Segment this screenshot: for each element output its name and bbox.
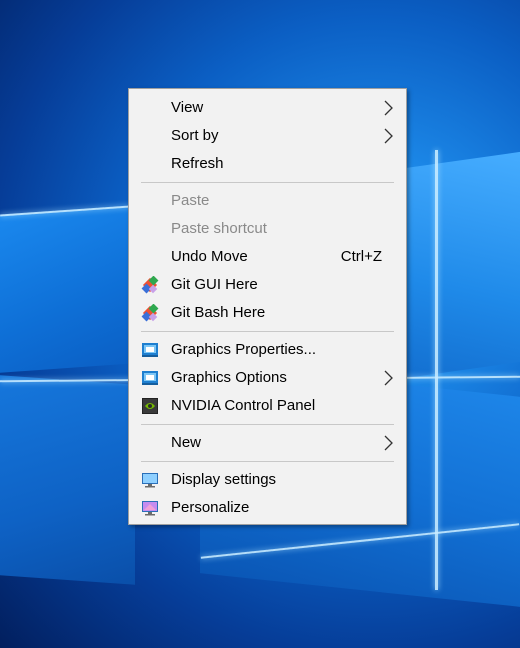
monitor-icon xyxy=(142,473,158,488)
menu-item-label: Undo Move xyxy=(171,248,248,265)
menu-separator xyxy=(141,331,394,332)
menu-item-label: Refresh xyxy=(171,155,224,172)
menu-separator xyxy=(141,461,394,462)
chevron-right-icon xyxy=(384,100,393,116)
desktop-context-menu: View Sort by Refresh Paste Paste shortcu… xyxy=(128,88,407,525)
menu-item-graphics-options[interactable]: Graphics Options xyxy=(129,364,406,392)
menu-item-label: Git GUI Here xyxy=(171,276,258,293)
menu-item-personalize[interactable]: Personalize xyxy=(129,494,406,522)
menu-item-label: New xyxy=(171,434,202,451)
nvidia-icon xyxy=(142,398,158,414)
menu-item-paste-shortcut: Paste shortcut xyxy=(129,215,406,243)
menu-item-label: NVIDIA Control Panel xyxy=(171,397,316,414)
menu-separator xyxy=(141,424,394,425)
menu-item-view[interactable]: View xyxy=(129,94,406,122)
chevron-right-icon xyxy=(384,435,393,451)
git-diamond-icon xyxy=(141,276,159,294)
window-pane-top-left xyxy=(0,205,135,373)
menu-item-git-bash-here[interactable]: Git Bash Here xyxy=(129,299,406,327)
menu-item-refresh[interactable]: Refresh xyxy=(129,150,406,178)
chevron-right-icon xyxy=(384,128,393,144)
menu-item-sort-by[interactable]: Sort by xyxy=(129,122,406,150)
menu-item-paste: Paste xyxy=(129,187,406,215)
menu-item-label: Display settings xyxy=(171,471,277,488)
chevron-right-icon xyxy=(384,370,393,386)
menu-item-label: Sort by xyxy=(171,127,219,144)
menu-item-undo-move[interactable]: Undo Move Ctrl+Z xyxy=(129,243,406,271)
intel-graphics-icon xyxy=(142,343,158,357)
git-diamond-icon xyxy=(141,304,159,322)
menu-item-git-gui-here[interactable]: Git GUI Here xyxy=(129,271,406,299)
keyboard-shortcut: Ctrl+Z xyxy=(340,248,382,265)
window-pane-bottom-left xyxy=(0,375,135,585)
menu-item-display-settings[interactable]: Display settings xyxy=(129,466,406,494)
menu-separator xyxy=(141,182,394,183)
menu-item-label: View xyxy=(171,99,204,116)
menu-item-label: Personalize xyxy=(171,499,250,516)
menu-item-new[interactable]: New xyxy=(129,429,406,457)
menu-item-label: Paste xyxy=(171,192,210,209)
intel-graphics-icon xyxy=(142,371,158,385)
menu-item-label: Graphics Properties... xyxy=(171,341,317,358)
light-beam xyxy=(435,150,438,590)
menu-item-label: Git Bash Here xyxy=(171,304,266,321)
menu-item-label: Graphics Options xyxy=(171,369,287,386)
window-pane-top-right xyxy=(405,151,520,379)
menu-item-label: Paste shortcut xyxy=(171,220,267,237)
menu-item-nvidia-control-panel[interactable]: NVIDIA Control Panel xyxy=(129,392,406,420)
personalize-icon xyxy=(142,501,158,516)
menu-item-graphics-properties[interactable]: Graphics Properties... xyxy=(129,336,406,364)
